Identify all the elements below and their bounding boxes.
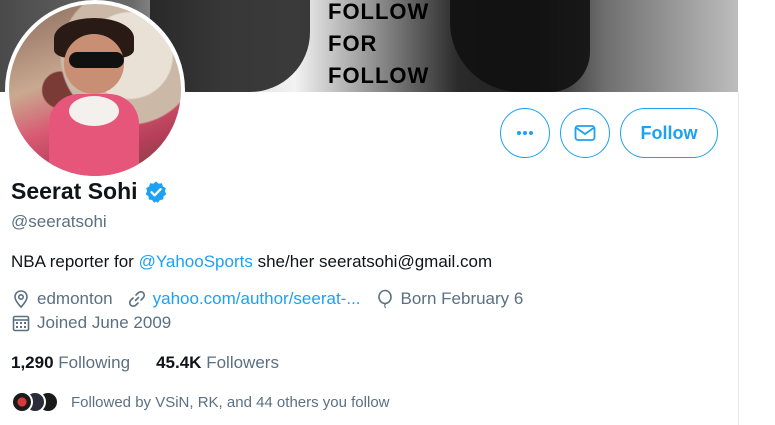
banner-line: FOR [328,31,378,56]
location-item: edmonton [11,289,113,309]
follow-stats: 1,290 Following 45.4K Followers [11,353,305,373]
following-count: 1,290 [11,353,54,372]
profile-avatar[interactable] [5,0,185,180]
website-link[interactable]: yahoo.com/author/seerat-... [153,289,361,309]
location-pin-icon [14,290,28,309]
website-item[interactable]: yahoo.com/author/seerat-... [127,289,361,309]
following-link[interactable]: 1,290 Following [11,353,130,373]
name-row: Seerat Sohi [11,178,168,205]
joined-item: Joined June 2009 [11,313,171,333]
followers-label: Followers [206,353,279,372]
birthday-text: Born February 6 [400,289,524,308]
bio-text: NBA reporter for [11,252,139,271]
followed-by-text[interactable]: Followed by VSiN, RK, and 44 others you … [71,394,390,411]
followers-link[interactable]: 45.4K Followers [156,353,279,373]
calendar-icon [12,315,30,332]
followed-by-row[interactable]: Followed by VSiN, RK, and 44 others you … [11,391,390,413]
joined-text: Joined June 2009 [37,313,172,332]
profile-meta-row: edmonton yahoo.com/author/seerat-... Bor… [11,289,537,309]
display-name: Seerat Sohi [11,178,138,204]
profile-meta-row: Joined June 2009 [11,313,185,333]
mutual-avatar [11,391,33,413]
link-icon [128,291,145,307]
more-horizontal-icon [517,131,533,135]
bio-text: she/her seeratsohi@gmail.com [252,252,493,271]
more-options-button[interactable] [500,108,550,158]
followers-count: 45.4K [156,353,202,372]
mutual-avatars [11,391,59,413]
birthday-item: Born February 6 [375,289,524,309]
verified-badge-icon [145,181,166,203]
banner-line: FOLLOW [328,0,430,24]
avatar-detail [69,52,124,68]
column-divider [738,92,739,425]
bio-mention-link[interactable]: @YahooSports [139,252,253,271]
mail-icon [574,125,596,141]
banner-line: FOLLOW [328,63,430,88]
banner-text: FOLLOW FOR FOLLOW [328,0,448,92]
follow-button[interactable]: Follow [620,108,718,158]
location-text: edmonton [37,289,113,308]
banner-figure [450,0,590,92]
user-handle: @seeratsohi [11,212,107,231]
profile-bio: NBA reporter for @YahooSports she/her se… [11,252,492,272]
message-button[interactable] [560,108,610,158]
following-label: Following [58,353,131,372]
avatar-detail [69,96,119,126]
balloon-icon [377,289,392,309]
